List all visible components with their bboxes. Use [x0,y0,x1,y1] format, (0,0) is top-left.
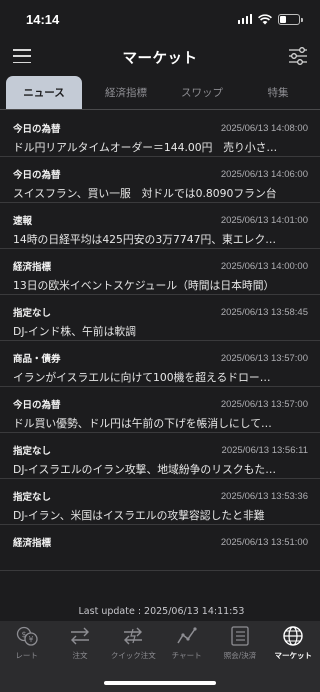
news-time: 2025/06/13 14:00:00 [220,260,308,272]
news-item[interactable]: 商品・債券 2025/06/13 13:57:00 イランがイスラエルに向けて10… [0,341,320,387]
news-category: 今日の為替 [13,124,61,135]
news-time: 2025/06/13 14:01:00 [220,214,308,226]
news-headline: スイスフラン、買い一服 対ドルでは0.8090フラン台 [13,187,277,200]
svg-text:¥: ¥ [28,635,33,644]
settings-sliders-icon[interactable] [288,47,308,65]
nav-item-rate[interactable]: $ ¥ レート [0,625,53,692]
nav-label: 注文 [72,651,88,660]
tab-feature[interactable]: 特集 [240,76,316,109]
last-update-value: 2025/06/13 14:11:53 [144,605,245,617]
nav-item-market[interactable]: マーケット [267,625,320,692]
news-list: 今日の為替 2025/06/13 14:08:00 ドル円リアルタイムオーダー＝1… [0,111,320,601]
nav-label: クイック注文 [110,651,156,660]
news-headline: 13日の欧米イベントスケジュール（時間は日本時間） [13,279,275,292]
inquiry-icon [231,626,249,646]
news-item[interactable]: 今日の為替 2025/06/13 13:57:00 ドル買い優勢、ドル円は午前の下… [0,387,320,433]
news-category: 指定なし [13,446,52,457]
news-headline: DJ-イスラエルのイラン攻撃、地域紛争のリスクもた… [13,463,277,476]
news-headline: ドル買い優勢、ドル円は午前の下げを帳消しにして… [13,417,272,430]
signal-icon [237,14,252,24]
status-bar: 14:14 [0,0,320,38]
news-time: 2025/06/13 13:51:00 [220,536,308,548]
news-item[interactable]: 今日の為替 2025/06/13 14:06:00 スイスフラン、買い一服 対ドル… [0,157,320,203]
news-time: 2025/06/13 13:57:00 [220,398,308,410]
last-update-label: Last update : [78,605,142,617]
news-headline: ドル円リアルタイムオーダー＝144.00円 売り小さ… [13,141,278,154]
order-icon [70,627,89,645]
news-category: 指定なし [13,492,52,503]
news-item[interactable]: 経済指標 2025/06/13 13:51:00 [0,525,320,571]
news-category: 今日の為替 [13,170,61,181]
battery-icon [278,13,303,25]
status-icons [237,13,303,25]
news-time: 2025/06/13 13:53:36 [220,490,308,502]
rate-icon: $ ¥ [16,626,38,646]
news-item[interactable]: 指定なし 2025/06/13 13:53:36 DJ-イラン、米国はイスラエルの… [0,479,320,525]
nav-label: チャート [171,651,202,660]
news-time: 2025/06/13 14:06:00 [220,168,308,180]
page-title: マーケット [122,50,198,67]
news-category: 指定なし [13,308,52,319]
news-item[interactable]: 指定なし 2025/06/13 13:56:11 DJ-イスラエルのイラン攻撃、地… [0,433,320,479]
news-time: 2025/06/13 13:58:45 [220,306,308,318]
news-item[interactable]: 経済指標 2025/06/13 14:00:00 13日の欧米イベントスケジュール… [0,249,320,295]
news-time: 2025/06/13 13:56:11 [221,444,308,456]
news-category: 速報 [13,216,33,227]
news-headline: 14時の日経平均は425円安の3万7747円、東エレク… [13,233,277,246]
globe-icon [283,626,303,646]
hamburger-menu-icon[interactable] [13,49,31,63]
news-headline: DJ-インド株、午前は軟調 [13,325,136,338]
news-item[interactable]: 指定なし 2025/06/13 13:58:45 DJ-インド株、午前は軟調 [0,295,320,341]
last-update: Last update : 2025/06/13 14:11:53 [0,601,320,621]
chart-icon [177,627,197,644]
news-time: 2025/06/13 14:08:00 [220,122,308,134]
market-tabs: ニュース 経済指標 スワップ 特集 [0,76,320,110]
quick-order-icon [124,627,143,645]
tab-news[interactable]: ニュース [6,76,82,109]
nav-label: マーケット [274,651,313,660]
nav-label: レート [15,651,38,660]
news-headline: DJ-イラン、米国はイスラエルの攻撃容認したと非難 [13,509,265,522]
news-item[interactable]: 速報 2025/06/13 14:01:00 14時の日経平均は425円安の3万7… [0,203,320,249]
news-category: 商品・債券 [13,354,61,365]
news-item[interactable]: 今日の為替 2025/06/13 14:08:00 ドル円リアルタイムオーダー＝1… [0,111,320,157]
status-time: 14:14 [26,11,60,27]
nav-item-inquiry[interactable]: 照会/決済 [213,625,266,692]
news-category: 経済指標 [13,538,52,549]
home-indicator[interactable] [104,681,216,685]
news-time: 2025/06/13 13:57:00 [220,352,308,364]
nav-item-order[interactable]: 注文 [53,625,106,692]
news-category: 経済指標 [13,262,52,273]
news-headline: イランがイスラエルに向けて100機を超えるドロー… [13,371,271,384]
header: マーケット [0,38,320,76]
wifi-icon [258,13,272,24]
news-category: 今日の為替 [13,400,61,411]
tab-swap[interactable]: スワップ [164,76,240,109]
tab-economic-indicators[interactable]: 経済指標 [88,76,164,109]
nav-label: 照会/決済 [223,651,257,660]
